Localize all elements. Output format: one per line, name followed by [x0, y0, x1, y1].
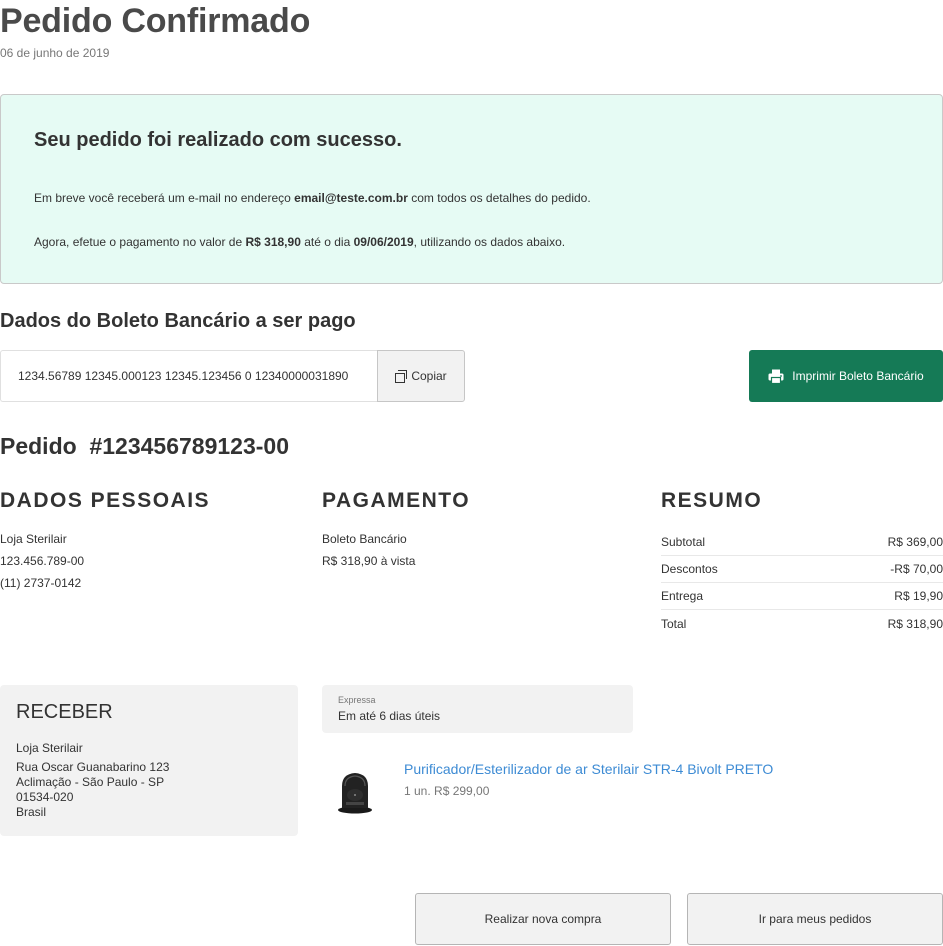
boleto-code-field[interactable]: 1234.56789 12345.000123 12345.123456 0 1…	[0, 350, 378, 402]
payment-amount: R$ 318,90	[245, 235, 301, 249]
customer-name: Loja Sterilair	[0, 532, 67, 546]
order-date: 06 de junho de 2019	[0, 46, 110, 60]
copy-button-label: Copiar	[411, 369, 447, 383]
copy-icon	[395, 370, 408, 383]
payment-notice: Agora, efetue o pagamento no valor de R$…	[34, 235, 566, 249]
payment-due-date: 09/06/2019	[353, 235, 414, 249]
new-purchase-button[interactable]: Realizar nova compra	[415, 893, 671, 945]
payment-title: PAGAMENTO	[322, 489, 471, 512]
address-street: Rua Oscar Guanabarino 123	[16, 760, 170, 774]
payment-method: Boleto Bancário	[322, 532, 407, 546]
shipping-type: Expressa	[338, 695, 376, 705]
printer-icon	[768, 369, 784, 384]
receiver-name: Loja Sterilair	[16, 741, 83, 755]
copy-button[interactable]: Copiar	[377, 350, 465, 402]
customer-email: email@teste.com.br	[294, 191, 408, 205]
print-boleto-label: Imprimir Boleto Bancário	[792, 369, 924, 383]
receive-title: RECEBER	[16, 701, 113, 723]
payment-amount-info: R$ 318,90 à vista	[322, 554, 416, 568]
page-title: Pedido Confirmado	[0, 2, 311, 40]
customer-document: 123.456.789-00	[0, 554, 85, 568]
address-country: Brasil	[16, 805, 47, 819]
address-zip: 01534-020	[16, 790, 74, 804]
email-notice: Em breve você receberá um e-mail no ende…	[34, 191, 591, 205]
customer-phone: (11) 2737-0142	[0, 576, 82, 590]
summary-title: RESUMO	[661, 489, 763, 512]
print-boleto-button[interactable]: Imprimir Boleto Bancário	[749, 350, 943, 402]
success-title: Seu pedido foi realizado com sucesso.	[34, 129, 402, 151]
air-purifier-image	[338, 773, 372, 814]
product-link[interactable]: Purificador/Esterilizador de ar Sterilai…	[404, 761, 773, 777]
delivery-address-box: RECEBER Loja Sterilair Rua Oscar Guanaba…	[0, 685, 298, 836]
summary-row-subtotal: Subtotal R$ 369,00	[661, 529, 943, 556]
my-orders-button[interactable]: Ir para meus pedidos	[687, 893, 943, 945]
order-number: Pedido #123456789123-00	[0, 433, 289, 459]
summary-row-discounts: Descontos -R$ 70,00	[661, 556, 943, 583]
personal-data-title: DADOS PESSOAIS	[0, 489, 211, 512]
address-district: Aclimação - São Paulo - SP	[16, 775, 165, 789]
product-price: 1 un. R$ 299,00	[404, 784, 490, 798]
success-message-box: Seu pedido foi realizado com sucesso. Em…	[0, 94, 943, 284]
shipping-time: Em até 6 dias úteis	[338, 709, 441, 723]
summary-row-shipping: Entrega R$ 19,90	[661, 583, 943, 610]
shipping-method-box: Expressa Em até 6 dias úteis	[322, 685, 633, 733]
summary-row-total: Total R$ 318,90	[661, 616, 943, 631]
boleto-heading: Dados do Boleto Bancário a ser pago	[0, 310, 356, 332]
